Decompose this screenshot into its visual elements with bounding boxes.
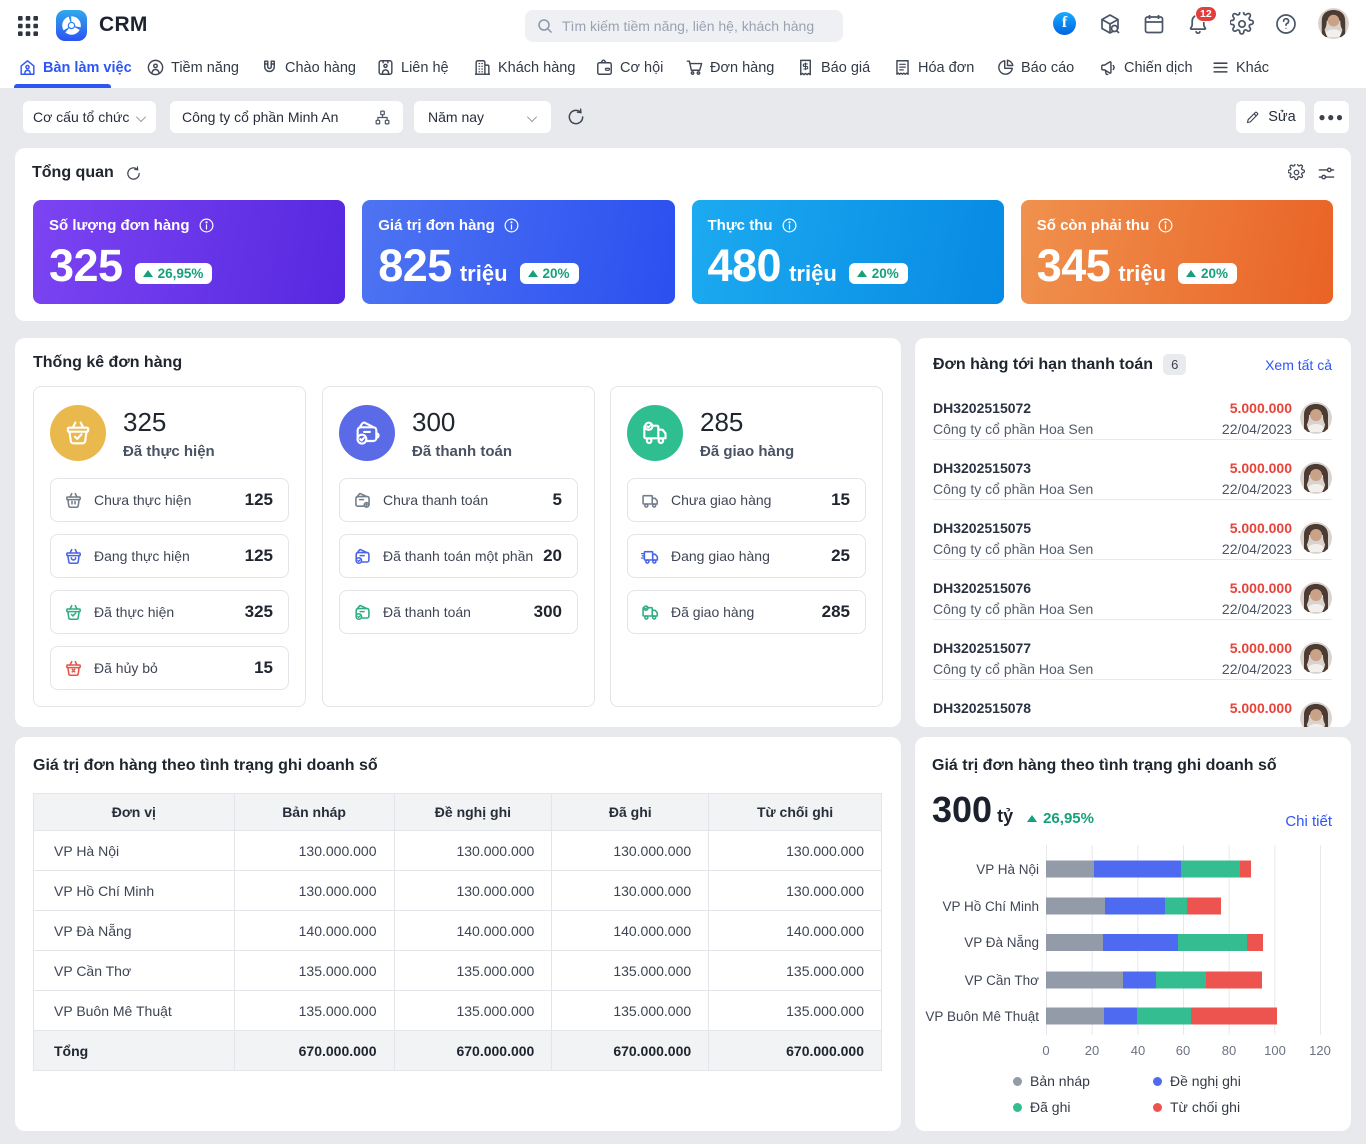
svg-text:80: 80 (1222, 1043, 1236, 1058)
svg-text:0: 0 (1042, 1043, 1049, 1058)
svg-text:20: 20 (1085, 1043, 1099, 1058)
svg-text:VP Đà Nẵng: VP Đà Nẵng (964, 935, 1039, 950)
svg-text:120: 120 (1309, 1043, 1331, 1058)
svg-text:60: 60 (1176, 1043, 1190, 1058)
svg-text:40: 40 (1131, 1043, 1145, 1058)
svg-text:VP Cần Thơ: VP Cần Thơ (965, 973, 1040, 988)
svg-text:100: 100 (1264, 1043, 1286, 1058)
svg-text:VP Hồ Chí Minh: VP Hồ Chí Minh (942, 899, 1039, 914)
svg-text:VP Hà Nội: VP Hà Nội (976, 862, 1039, 877)
svg-text:VP Buôn Mê Thuật: VP Buôn Mê Thuật (925, 1009, 1039, 1024)
